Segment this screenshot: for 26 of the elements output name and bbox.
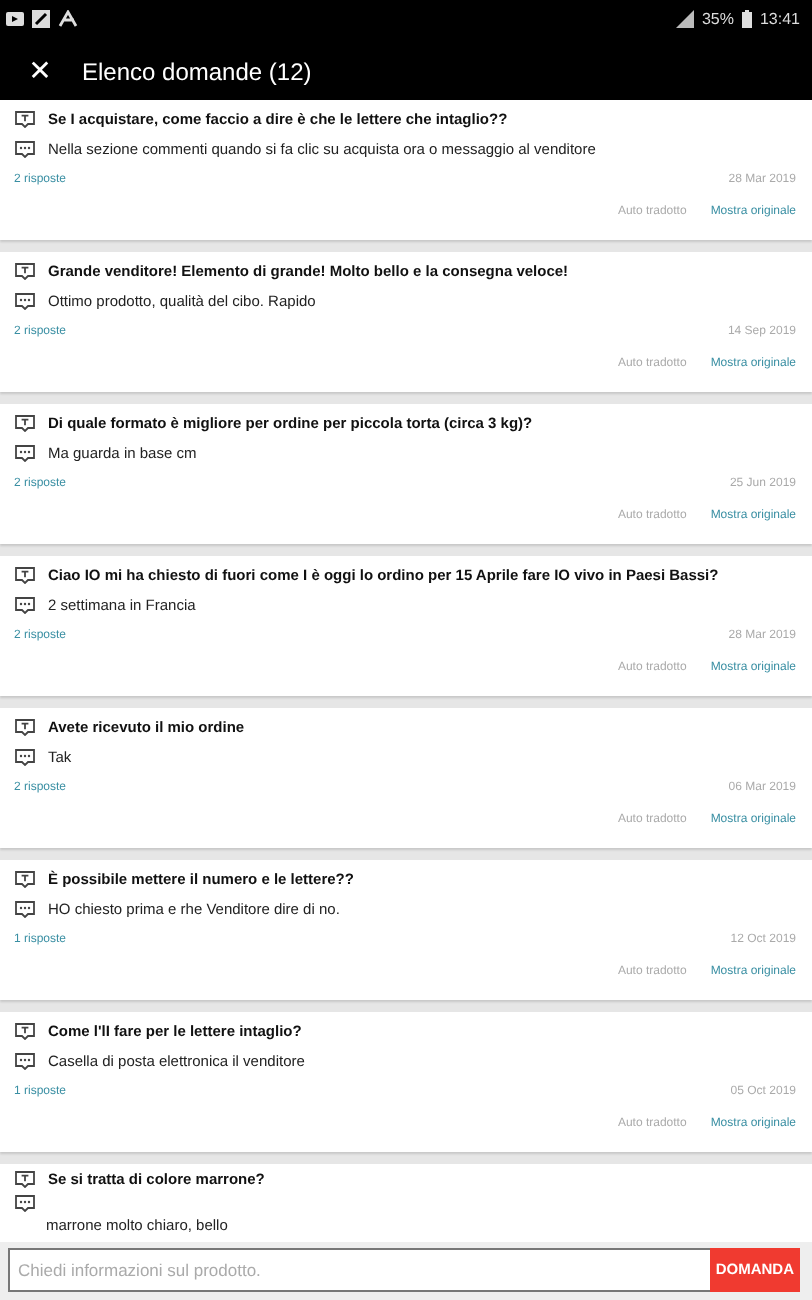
question-icon (14, 870, 36, 888)
question-icon (14, 110, 36, 128)
signal-icon (675, 9, 694, 27)
answer-icon (14, 596, 36, 614)
question-icon (14, 718, 36, 736)
battery-percent: 35% (701, 9, 734, 27)
answer-icon (14, 1052, 36, 1070)
close-button[interactable]: ✕ (20, 56, 60, 88)
question-icon (14, 414, 36, 432)
answer-icon (14, 444, 36, 462)
battery-icon (741, 9, 752, 27)
clock: 13:41 (759, 9, 800, 27)
question-icon (14, 566, 36, 584)
question-icon (14, 1169, 36, 1187)
notification-icon (32, 9, 50, 27)
notification-icon (6, 11, 24, 25)
page-title: Elenco domande (12) (82, 58, 312, 86)
answer-icon (14, 292, 36, 310)
question-input-field[interactable]: Chiedi informazioni sul prodotto. (8, 1247, 710, 1291)
answer-icon (14, 748, 36, 766)
answer-icon (14, 1193, 36, 1211)
notification-icon (58, 9, 78, 27)
answer-icon (14, 900, 36, 918)
question-icon (14, 1022, 36, 1040)
answer-icon (14, 140, 36, 158)
question-icon (14, 262, 36, 280)
